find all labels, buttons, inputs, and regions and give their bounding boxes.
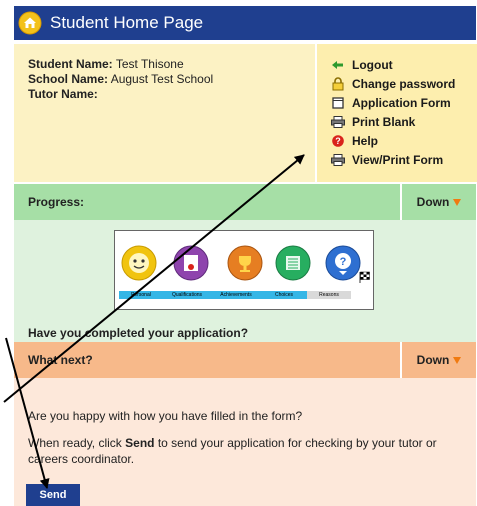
svg-text:?: ? [340, 256, 347, 268]
school-name-value: August Test School [110, 72, 214, 86]
instruction-send-word: Send [125, 436, 155, 450]
progress-graphic: ? Personal Qualifications Achievements C… [114, 230, 374, 310]
printer-icon [331, 115, 345, 129]
school-name-line: School Name: August Test School [28, 72, 213, 86]
list-icon [275, 245, 311, 281]
arrow-left-icon [331, 58, 345, 72]
view-print-form-label: View/Print Form [352, 153, 444, 167]
print-blank-label: Print Blank [352, 115, 416, 129]
title-bar: Student Home Page [14, 6, 476, 40]
step-reasons: Reasons [307, 291, 351, 299]
lock-icon [331, 77, 345, 91]
change-password-link[interactable]: Change password [331, 77, 455, 91]
help-label: Help [352, 134, 379, 148]
what-next-toggle-label: Down [416, 353, 450, 367]
logout-label: Logout [352, 58, 393, 72]
progress-label: Progress: [28, 195, 85, 209]
instruction-pre: When ready, click [28, 436, 126, 450]
page-title: Student Home Page [50, 13, 204, 32]
trophy-icon [227, 245, 263, 281]
what-next-label: What next? [28, 353, 93, 367]
application-form-link[interactable]: Application Form [331, 96, 451, 110]
checkered-flag-icon [359, 271, 370, 283]
student-name-label: Student Name: [28, 57, 113, 71]
svg-text:?: ? [335, 136, 341, 146]
progress-toggle-label: Down [416, 195, 450, 209]
step-labels: Personal Qualifications Achievements Cho… [119, 291, 351, 299]
student-home-page: Student Home Page Student Name: Test Thi… [14, 6, 477, 506]
step-choices: Choices [261, 291, 307, 299]
send-button[interactable]: Send [26, 484, 80, 506]
triangle-down-icon [453, 198, 462, 206]
student-details: Student Name: Test Thisone School Name: … [14, 44, 315, 182]
progress-toggle[interactable]: Down [400, 184, 476, 220]
smiley-icon [121, 245, 157, 281]
what-next-header: What next? Down [14, 342, 476, 378]
print-blank-link[interactable]: Print Blank [331, 115, 415, 129]
tutor-name-line: Tutor Name: [28, 87, 98, 101]
change-password-label: Change password [352, 77, 456, 91]
view-print-form-link[interactable]: View/Print Form [331, 153, 443, 167]
completion-question: Have you completed your application? [28, 326, 249, 340]
printer-icon [331, 153, 345, 167]
tutor-name-label: Tutor Name: [28, 87, 98, 101]
triangle-down-icon [453, 356, 462, 364]
happy-question: Are you happy with how you have filled i… [28, 409, 303, 423]
step-achievements: Achievements [211, 291, 261, 299]
school-name-label: School Name: [28, 72, 109, 86]
certificate-icon [173, 245, 209, 281]
progress-body: ? Personal Qualifications Achievements C… [14, 220, 476, 342]
what-next-toggle[interactable]: Down [400, 342, 476, 378]
quick-links: Logout Change password Application Form … [315, 44, 477, 182]
home-icon [18, 11, 42, 35]
step-qualifications: Qualifications [163, 291, 211, 299]
send-instruction: When ready, click Send to send your appl… [28, 435, 448, 467]
help-link[interactable]: ? Help [331, 134, 378, 148]
form-icon [331, 96, 345, 110]
student-name-line: Student Name: Test Thisone [28, 57, 184, 71]
question-heart-icon: ? [325, 245, 361, 281]
progress-header: Progress: Down [14, 184, 476, 220]
student-name-value: Test Thisone [115, 57, 184, 71]
logout-link[interactable]: Logout [331, 58, 393, 72]
info-panel: Student Name: Test Thisone School Name: … [14, 44, 477, 182]
what-next-body: Are you happy with how you have filled i… [14, 378, 476, 506]
help-icon: ? [331, 134, 345, 148]
application-form-label: Application Form [352, 96, 451, 110]
step-personal: Personal [119, 291, 163, 299]
